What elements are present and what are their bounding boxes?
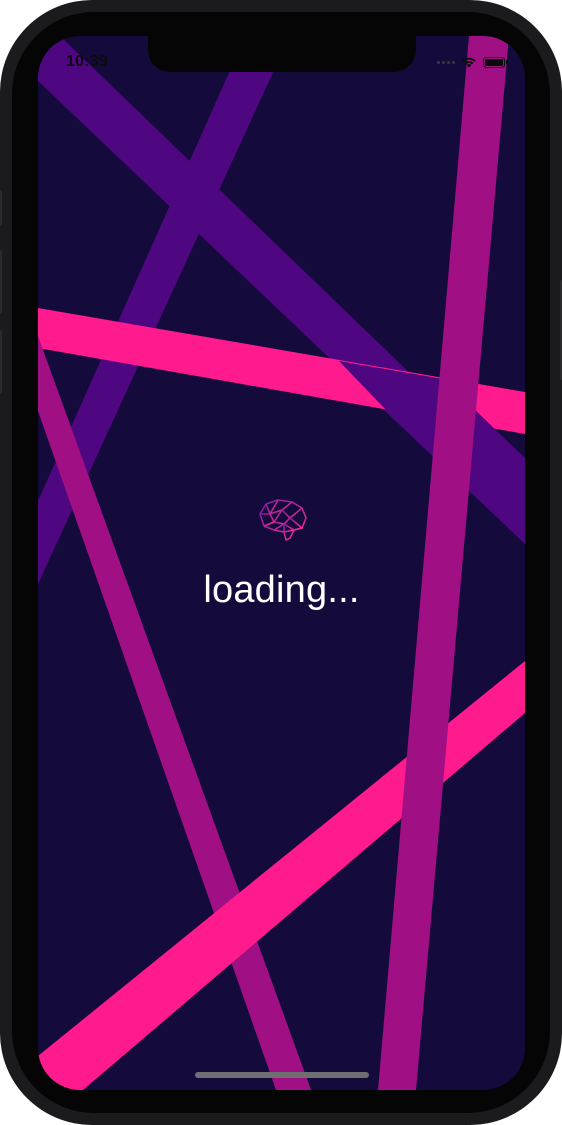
stripe-magenta-right bbox=[378, 36, 509, 1090]
home-indicator[interactable] bbox=[195, 1072, 369, 1078]
battery-icon bbox=[483, 56, 508, 68]
silent-switch bbox=[0, 190, 2, 226]
status-time: 10:39 bbox=[66, 53, 108, 70]
app-screen: 10:39 loading... bbox=[38, 36, 525, 1090]
volume-up-button bbox=[0, 250, 2, 314]
status-icons bbox=[437, 55, 508, 69]
signal-dots-icon bbox=[437, 60, 455, 64]
background-stripes bbox=[38, 36, 525, 1090]
volume-down-button bbox=[0, 330, 2, 394]
phone-frame: 10:39 loading... bbox=[0, 0, 562, 1125]
notch bbox=[148, 36, 416, 72]
loading-label: loading... bbox=[203, 569, 360, 611]
wifi-icon bbox=[462, 57, 476, 68]
brain-icon bbox=[259, 499, 307, 541]
